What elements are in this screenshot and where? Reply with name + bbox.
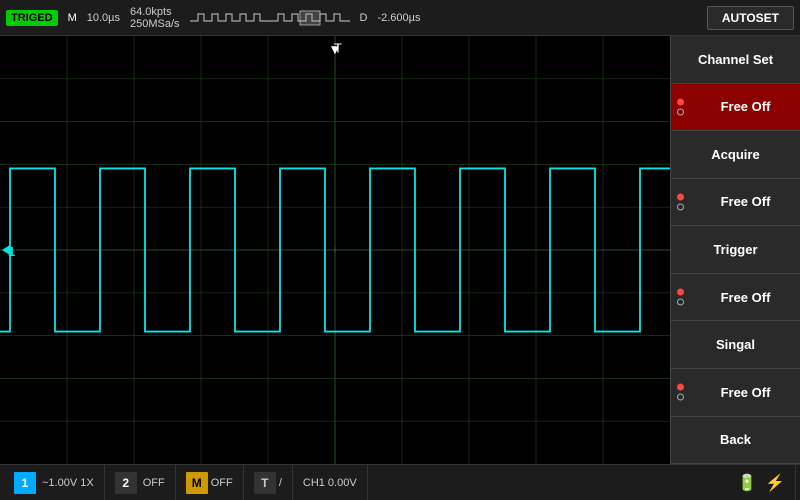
ch1-label: ~1.00V 1X xyxy=(42,477,94,489)
waveform-scroll-svg xyxy=(270,9,350,27)
ch2-section: 2 OFF xyxy=(105,465,176,500)
bottom-bar: 1 ~1.00V 1X 2 OFF M OFF T / CH1 0.00V 🔋 … xyxy=(0,464,800,500)
mode-indicator: M xyxy=(68,12,77,24)
ch1-info: CH1 0.00V xyxy=(303,477,357,489)
trigger-button[interactable]: Trigger xyxy=(671,226,800,274)
waveform-svg xyxy=(190,9,270,27)
m-off-label: OFF xyxy=(211,477,233,489)
trigger-d: D xyxy=(360,12,368,24)
radio-dot-empty-4 xyxy=(677,394,684,401)
radio-dot-filled-2 xyxy=(677,193,684,200)
ch1-section: 1 ~1.00V 1X xyxy=(4,465,105,500)
ch1-info-section: CH1 0.00V xyxy=(293,465,368,500)
m-section: M OFF xyxy=(176,465,244,500)
radio-dot-filled-1 xyxy=(677,98,684,105)
main-area: T 1 Channel Set Free Off Acquire xyxy=(0,36,800,464)
radio-dot-filled-3 xyxy=(677,289,684,296)
radio-indicators-4 xyxy=(677,384,684,401)
triged-badge: TRIGED xyxy=(6,10,58,26)
top-bar: TRIGED M 10.0µs 64.0kpts 250MSa/s D -2.6… xyxy=(0,0,800,36)
oscilloscope-screen: T 1 xyxy=(0,36,670,464)
autoset-button[interactable]: AUTOSET xyxy=(707,6,794,30)
free-off-2-button[interactable]: Free Off xyxy=(671,179,800,227)
battery-usb-section: 🔋 ⚡ xyxy=(727,465,796,500)
trigger-time: -2.600µs xyxy=(377,12,420,24)
t-slash: / xyxy=(279,477,282,489)
free-off-1-button[interactable]: Free Off xyxy=(671,84,800,132)
free-off-3-button[interactable]: Free Off xyxy=(671,274,800,322)
t-section: T / xyxy=(244,465,293,500)
free-off-4-button[interactable]: Free Off xyxy=(671,369,800,417)
right-panel: Channel Set Free Off Acquire Free Off Tr… xyxy=(670,36,800,464)
acquire-button[interactable]: Acquire xyxy=(671,131,800,179)
ch2-off-label: OFF xyxy=(143,477,165,489)
t-indicator: T xyxy=(254,472,276,494)
samplerate-display: 64.0kpts 250MSa/s xyxy=(130,6,180,30)
radio-indicators-3 xyxy=(677,289,684,306)
radio-indicators-1 xyxy=(677,98,684,115)
ch2-number: 2 xyxy=(115,472,137,494)
signal-button[interactable]: Singal xyxy=(671,321,800,369)
m-indicator: M xyxy=(186,472,208,494)
grid-svg: T 1 xyxy=(0,36,670,464)
radio-dot-empty-3 xyxy=(677,299,684,306)
oscilloscope: TRIGED M 10.0µs 64.0kpts 250MSa/s D -2.6… xyxy=(0,0,800,500)
waveform-icon xyxy=(190,9,350,27)
radio-dot-empty-2 xyxy=(677,203,684,210)
timebase-display: 10.0µs xyxy=(87,12,120,24)
radio-dot-empty-1 xyxy=(677,108,684,115)
channel-set-button[interactable]: Channel Set xyxy=(671,36,800,84)
back-button[interactable]: Back xyxy=(671,417,800,465)
ch1-number: 1 xyxy=(14,472,36,494)
radio-indicators-2 xyxy=(677,193,684,210)
radio-dot-filled-4 xyxy=(677,384,684,391)
usb-icon: ⚡ xyxy=(765,473,785,493)
battery-icon: 🔋 xyxy=(737,473,757,493)
